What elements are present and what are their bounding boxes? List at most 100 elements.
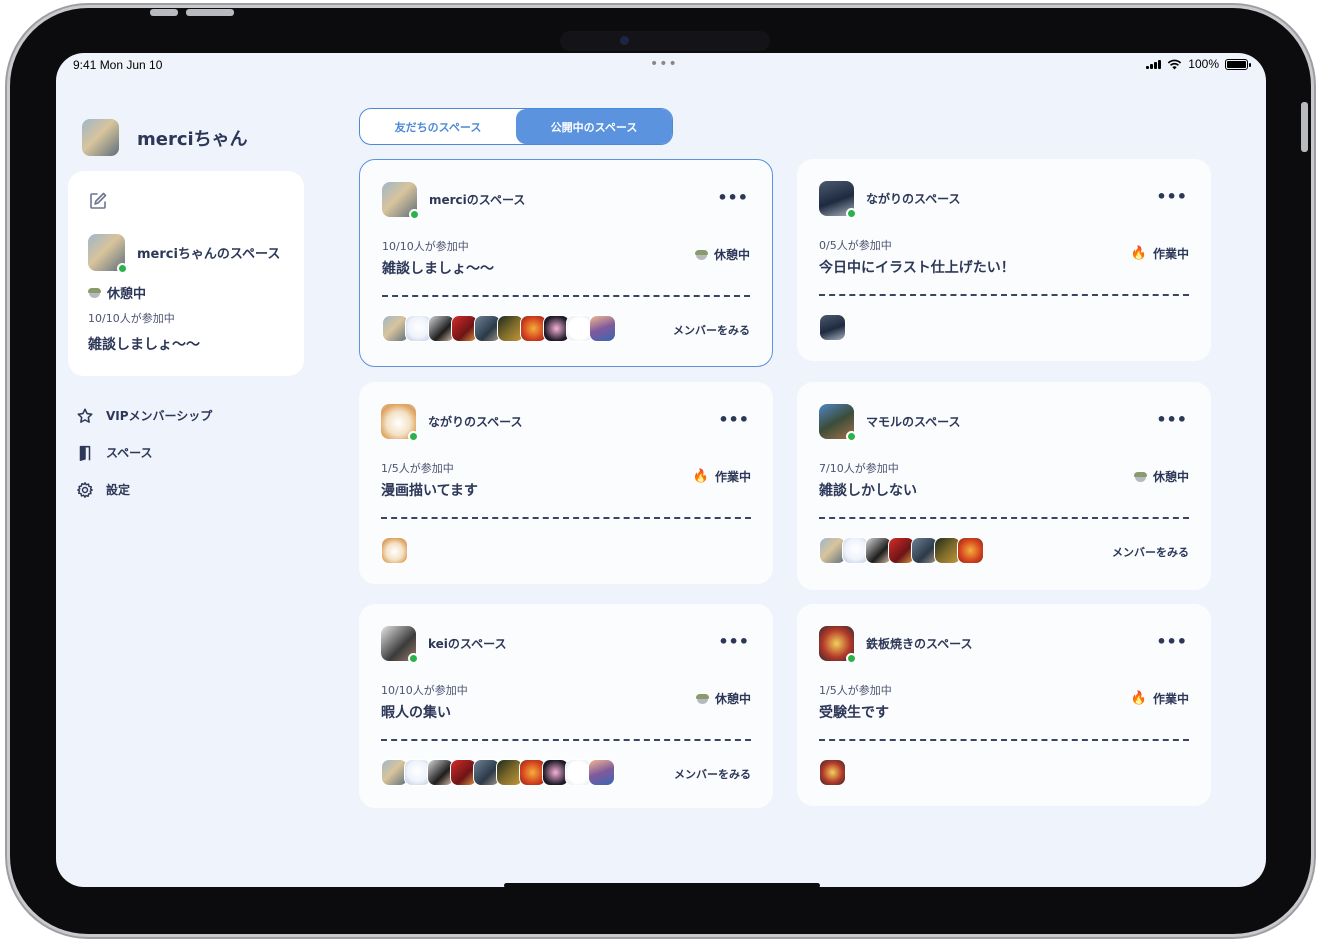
gear-icon — [77, 481, 93, 498]
space-title: マモルのスペース — [866, 415, 961, 429]
my-space-name: merciちゃんのスペース — [137, 247, 281, 262]
divider — [819, 739, 1189, 741]
user-name: merciちゃん — [137, 128, 248, 150]
member-avatar — [819, 759, 846, 786]
member-avatar — [381, 537, 408, 564]
space-card[interactable]: ながりのスペース ••• 1/5人が参加中 漫画描いてます 🔥 作業中 — [359, 382, 773, 584]
my-space-count: 10/10人が参加中 — [88, 312, 175, 325]
see-members-link[interactable]: メンバーをみる — [674, 766, 751, 782]
more-icon[interactable]: ••• — [1156, 410, 1187, 429]
space-message: 受験生です — [819, 705, 889, 721]
my-space-message: 雑談しましょ〜〜 — [88, 337, 200, 353]
space-title: ながりのスペース — [866, 192, 961, 206]
multitasking-dots[interactable]: ••• — [650, 56, 678, 72]
member-avatars — [819, 537, 984, 564]
space-status: 🔥 作業中 — [1130, 246, 1189, 261]
space-owner-avatar — [819, 404, 857, 442]
status-bar: 9:41 Mon Jun 10 ••• 100% — [56, 53, 1266, 79]
hardware-button — [1301, 102, 1308, 152]
online-indicator — [117, 263, 128, 274]
online-indicator — [846, 653, 857, 664]
space-message: 雑談しましょ〜〜 — [382, 261, 494, 277]
member-avatars — [381, 537, 408, 564]
space-card[interactable]: merciのスペース ••• 10/10人が参加中 雑談しましょ〜〜 休憩中 メ… — [359, 159, 773, 367]
tab-public-spaces[interactable]: 公開中のスペース — [516, 109, 672, 144]
space-card[interactable]: ながりのスペース ••• 0/5人が参加中 今日中にイラスト仕上げたい！ 🔥 作業… — [797, 159, 1211, 361]
space-card[interactable]: マモルのスペース ••• 7/10人が参加中 雑談しかしない 休憩中 メンバーを… — [797, 382, 1211, 590]
nav-item-space[interactable]: スペース — [76, 434, 212, 471]
divider — [819, 517, 1189, 519]
space-status: 🔥 作業中 — [692, 469, 751, 484]
my-space-status: 休憩中 — [88, 283, 146, 302]
status-right: 100% — [1146, 57, 1251, 71]
space-status: 休憩中 — [1133, 468, 1189, 485]
cellular-signal-icon — [1146, 59, 1162, 69]
divider — [819, 294, 1189, 296]
see-members-link[interactable]: メンバーをみる — [673, 322, 750, 338]
camera-housing — [560, 31, 770, 51]
more-icon[interactable]: ••• — [1156, 187, 1187, 206]
divider — [381, 517, 751, 519]
star-icon — [77, 407, 93, 423]
fire-icon: 🔥 — [1130, 691, 1147, 706]
fire-icon: 🔥 — [692, 469, 709, 484]
space-card[interactable]: keiのスペース ••• 10/10人が参加中 暇人の集い 休憩中 メンバーをみ… — [359, 604, 773, 808]
rest-icon — [88, 287, 101, 298]
wifi-icon — [1168, 59, 1182, 69]
divider — [381, 739, 751, 741]
nav-item-settings[interactable]: 設定 — [76, 471, 212, 508]
more-icon[interactable]: ••• — [718, 632, 749, 651]
user-avatar[interactable] — [82, 119, 119, 156]
online-indicator — [408, 431, 419, 442]
space-owner-avatar — [819, 626, 857, 664]
more-icon[interactable]: ••• — [1156, 632, 1187, 651]
member-avatar — [819, 314, 846, 341]
space-title: ながりのスペース — [428, 415, 523, 429]
online-indicator — [409, 209, 420, 220]
space-owner-avatar — [819, 181, 857, 219]
edit-icon[interactable] — [88, 191, 108, 211]
space-title: keiのスペース — [428, 637, 507, 651]
online-indicator — [846, 208, 857, 219]
my-space-card[interactable]: merciちゃんのスペース 休憩中 10/10人が参加中 雑談しましょ〜〜 — [68, 171, 304, 376]
space-count: 10/10人が参加中 — [381, 684, 468, 697]
home-indicator[interactable] — [504, 883, 820, 888]
space-count: 0/5人が参加中 — [819, 239, 892, 252]
space-count: 7/10人が参加中 — [819, 462, 899, 475]
nav-item-vip[interactable]: VIPメンバーシップ — [76, 397, 212, 434]
member-avatar — [589, 315, 616, 342]
member-avatars — [381, 759, 615, 786]
more-icon[interactable]: ••• — [717, 188, 748, 207]
fire-icon: 🔥 — [1130, 246, 1147, 261]
space-status: 休憩中 — [694, 246, 750, 263]
online-indicator — [408, 653, 419, 664]
door-icon — [79, 445, 91, 461]
space-owner-avatar — [381, 626, 419, 664]
space-message: 暇人の集い — [381, 705, 451, 721]
space-title: merciのスペース — [429, 193, 526, 207]
hardware-button — [150, 9, 178, 16]
space-owner-avatar — [381, 404, 419, 442]
space-count: 1/5人が参加中 — [819, 684, 892, 697]
space-message: 雑談しかしない — [819, 483, 917, 499]
member-avatar — [957, 537, 984, 564]
more-icon[interactable]: ••• — [718, 410, 749, 429]
my-space-avatar — [88, 234, 128, 274]
space-tabs: 友だちのスペース 公開中のスペース — [359, 108, 673, 145]
space-status: 🔥 作業中 — [1130, 691, 1189, 706]
user-header[interactable]: merciちゃん — [82, 119, 248, 156]
space-status: 休憩中 — [695, 690, 751, 707]
member-avatars — [382, 315, 616, 342]
space-count: 10/10人が参加中 — [382, 240, 469, 253]
see-members-link[interactable]: メンバーをみる — [1112, 544, 1189, 560]
rest-icon — [694, 249, 708, 260]
online-indicator — [846, 431, 857, 442]
sidebar-nav: VIPメンバーシップ スペース 設定 — [76, 397, 212, 508]
tab-friends-spaces[interactable]: 友だちのスペース — [360, 109, 516, 144]
space-message: 漫画描いてます — [381, 483, 478, 499]
divider — [382, 295, 750, 297]
member-avatar — [588, 759, 615, 786]
space-card[interactable]: 鉄板焼きのスペース ••• 1/5人が参加中 受験生です 🔥 作業中 — [797, 604, 1211, 806]
rest-icon — [695, 693, 709, 704]
battery-icon — [1225, 58, 1251, 70]
